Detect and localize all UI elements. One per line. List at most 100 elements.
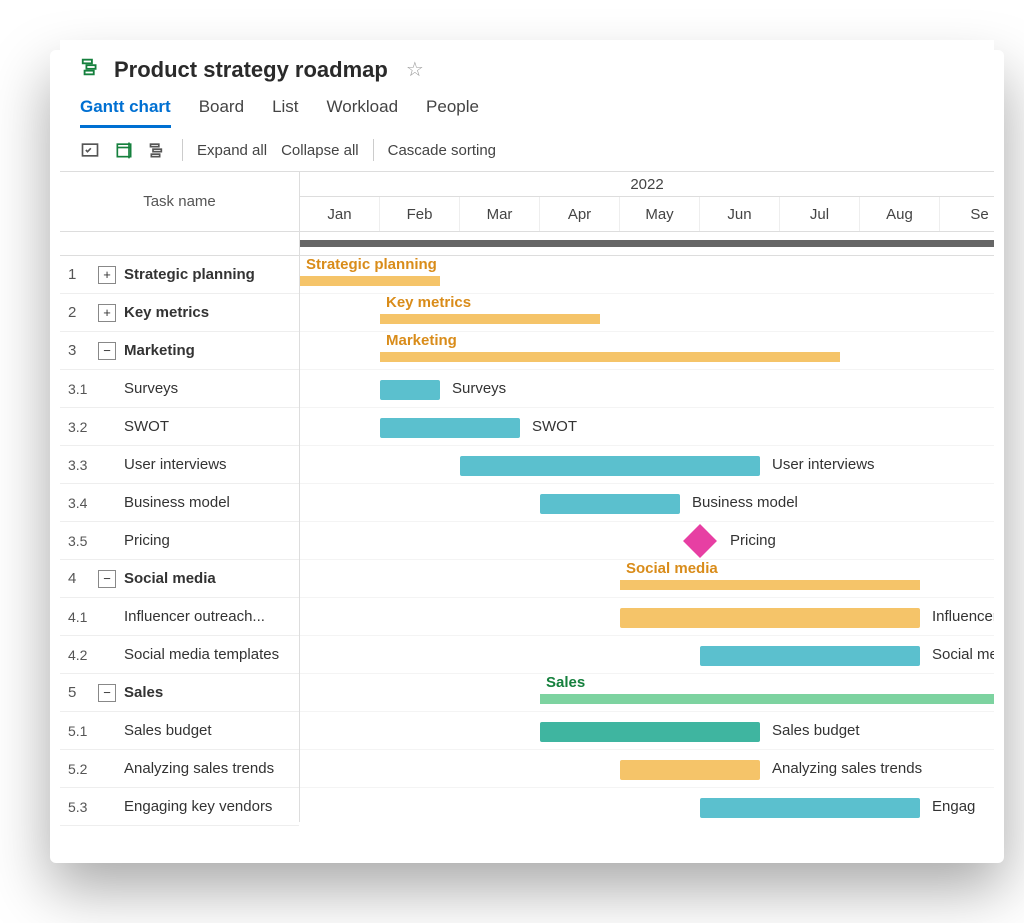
chart-row: SWOT [300, 408, 994, 446]
checklist-icon[interactable] [80, 140, 100, 160]
summary-bar[interactable] [620, 580, 920, 590]
task-bar[interactable] [620, 760, 760, 780]
task-name: Social media templates [98, 646, 291, 663]
task-label: Business model [692, 494, 798, 511]
task-name: Surveys [98, 380, 291, 397]
tab-workload[interactable]: Workload [327, 93, 399, 128]
tab-gantt[interactable]: Gantt chart [80, 93, 171, 128]
task-bar[interactable] [460, 456, 760, 476]
collapse-icon[interactable]: − [98, 570, 116, 588]
task-name: Influencer outreach... [98, 608, 291, 625]
task-row[interactable]: 3.2SWOT [60, 408, 299, 446]
summary-bar[interactable] [300, 276, 440, 286]
chart-rows: Strategic planningKey metricsMarketingSu… [300, 256, 994, 822]
task-bar[interactable] [700, 646, 920, 666]
task-name: User interviews [98, 456, 291, 473]
collapse-icon[interactable]: − [98, 684, 116, 702]
chart-row: Sales [300, 674, 994, 712]
expand-icon[interactable]: + [98, 266, 116, 284]
month-header: Mar [460, 197, 540, 231]
chart-row: Social media [300, 560, 994, 598]
task-row[interactable]: 5−Sales [60, 674, 299, 712]
task-name: Analyzing sales trends [98, 760, 291, 777]
task-row[interactable]: 4.2Social media templates [60, 636, 299, 674]
toolbar: Expand all Collapse all Cascade sorting [60, 129, 994, 172]
task-bar[interactable] [380, 418, 520, 438]
gantt-icon [80, 56, 102, 83]
star-icon[interactable]: ☆ [406, 57, 424, 82]
task-index: 5.1 [68, 723, 98, 739]
task-row[interactable]: 3.4Business model [60, 484, 299, 522]
month-header: Feb [380, 197, 460, 231]
task-row[interactable]: 4.1Influencer outreach... [60, 598, 299, 636]
collapse-icon[interactable]: − [98, 342, 116, 360]
task-row[interactable]: 3.5Pricing [60, 522, 299, 560]
task-name: Key metrics [124, 304, 291, 321]
chart-row: Sales budget [300, 712, 994, 750]
task-bar[interactable] [620, 608, 920, 628]
collapse-all-button[interactable]: Collapse all [281, 142, 359, 159]
expand-icon[interactable]: + [98, 304, 116, 322]
task-name: Engaging key vendors [98, 798, 291, 815]
summary-bar[interactable] [540, 694, 994, 704]
chart-row: Marketing [300, 332, 994, 370]
task-index: 5.2 [68, 761, 98, 777]
cascade-sorting-button[interactable]: Cascade sorting [388, 142, 496, 159]
task-name-header: Task name [60, 172, 299, 232]
timeline-panel[interactable]: 2022 JanFebMarAprMayJunJulAugSe Strategi… [300, 172, 994, 822]
task-index: 3.2 [68, 419, 98, 435]
task-index: 3 [68, 342, 98, 359]
tab-board[interactable]: Board [199, 93, 244, 128]
task-index: 4.2 [68, 647, 98, 663]
chart-row: User interviews [300, 446, 994, 484]
chart-row: Influencer out. [300, 598, 994, 636]
task-label: Pricing [730, 532, 776, 549]
gantt-grid: Task name 1+Strategic planning2+Key metr… [60, 172, 994, 822]
task-row[interactable]: 5.2Analyzing sales trends [60, 750, 299, 788]
task-row[interactable]: 1+Strategic planning [60, 256, 299, 294]
task-row[interactable]: 4−Social media [60, 560, 299, 598]
tab-people[interactable]: People [426, 93, 479, 128]
summary-label: Sales [546, 674, 585, 691]
task-label: Analyzing sales trends [772, 760, 922, 777]
chart-row: Engag [300, 788, 994, 822]
task-name: Social media [124, 570, 291, 587]
task-bar[interactable] [380, 380, 440, 400]
task-name: Business model [98, 494, 291, 511]
month-header: Jan [300, 197, 380, 231]
task-row[interactable]: 2+ Key metrics [60, 294, 299, 332]
task-row[interactable]: 5.3Engaging key vendors [60, 788, 299, 826]
overview-spacer [60, 232, 299, 256]
page-title: Product strategy roadmap [114, 57, 388, 83]
expand-all-button[interactable]: Expand all [197, 142, 267, 159]
summary-bar[interactable] [380, 314, 600, 324]
task-bar[interactable] [540, 722, 760, 742]
bars-icon[interactable] [148, 140, 168, 160]
task-label: Engag [932, 798, 975, 815]
chart-row: Analyzing sales trends [300, 750, 994, 788]
task-row[interactable]: 3.1Surveys [60, 370, 299, 408]
task-label: User interviews [772, 456, 875, 473]
summary-bar[interactable] [380, 352, 840, 362]
task-name: SWOT [98, 418, 291, 435]
milestone-icon[interactable] [683, 524, 717, 558]
task-bar[interactable] [540, 494, 680, 514]
view-tabs: Gantt chart Board List Workload People [60, 93, 994, 129]
task-row[interactable]: 3−Marketing [60, 332, 299, 370]
app-window: Product strategy roadmap ☆ Gantt chart B… [60, 40, 994, 840]
month-header: Jun [700, 197, 780, 231]
task-list-panel: Task name 1+Strategic planning2+Key metr… [60, 172, 300, 822]
task-row[interactable]: 3.3User interviews [60, 446, 299, 484]
summary-label: Strategic planning [306, 256, 437, 273]
chart-row: Surveys [300, 370, 994, 408]
calendar-icon[interactable] [114, 140, 134, 160]
tab-list[interactable]: List [272, 93, 298, 128]
task-index: 5.3 [68, 799, 98, 815]
task-row[interactable]: 5.1Sales budget [60, 712, 299, 750]
summary-label: Marketing [386, 332, 457, 349]
task-label: Social media . [932, 646, 994, 663]
task-index: 3.5 [68, 533, 98, 549]
task-index: 2 [68, 304, 98, 321]
task-bar[interactable] [700, 798, 920, 818]
overview-bar [300, 240, 994, 247]
